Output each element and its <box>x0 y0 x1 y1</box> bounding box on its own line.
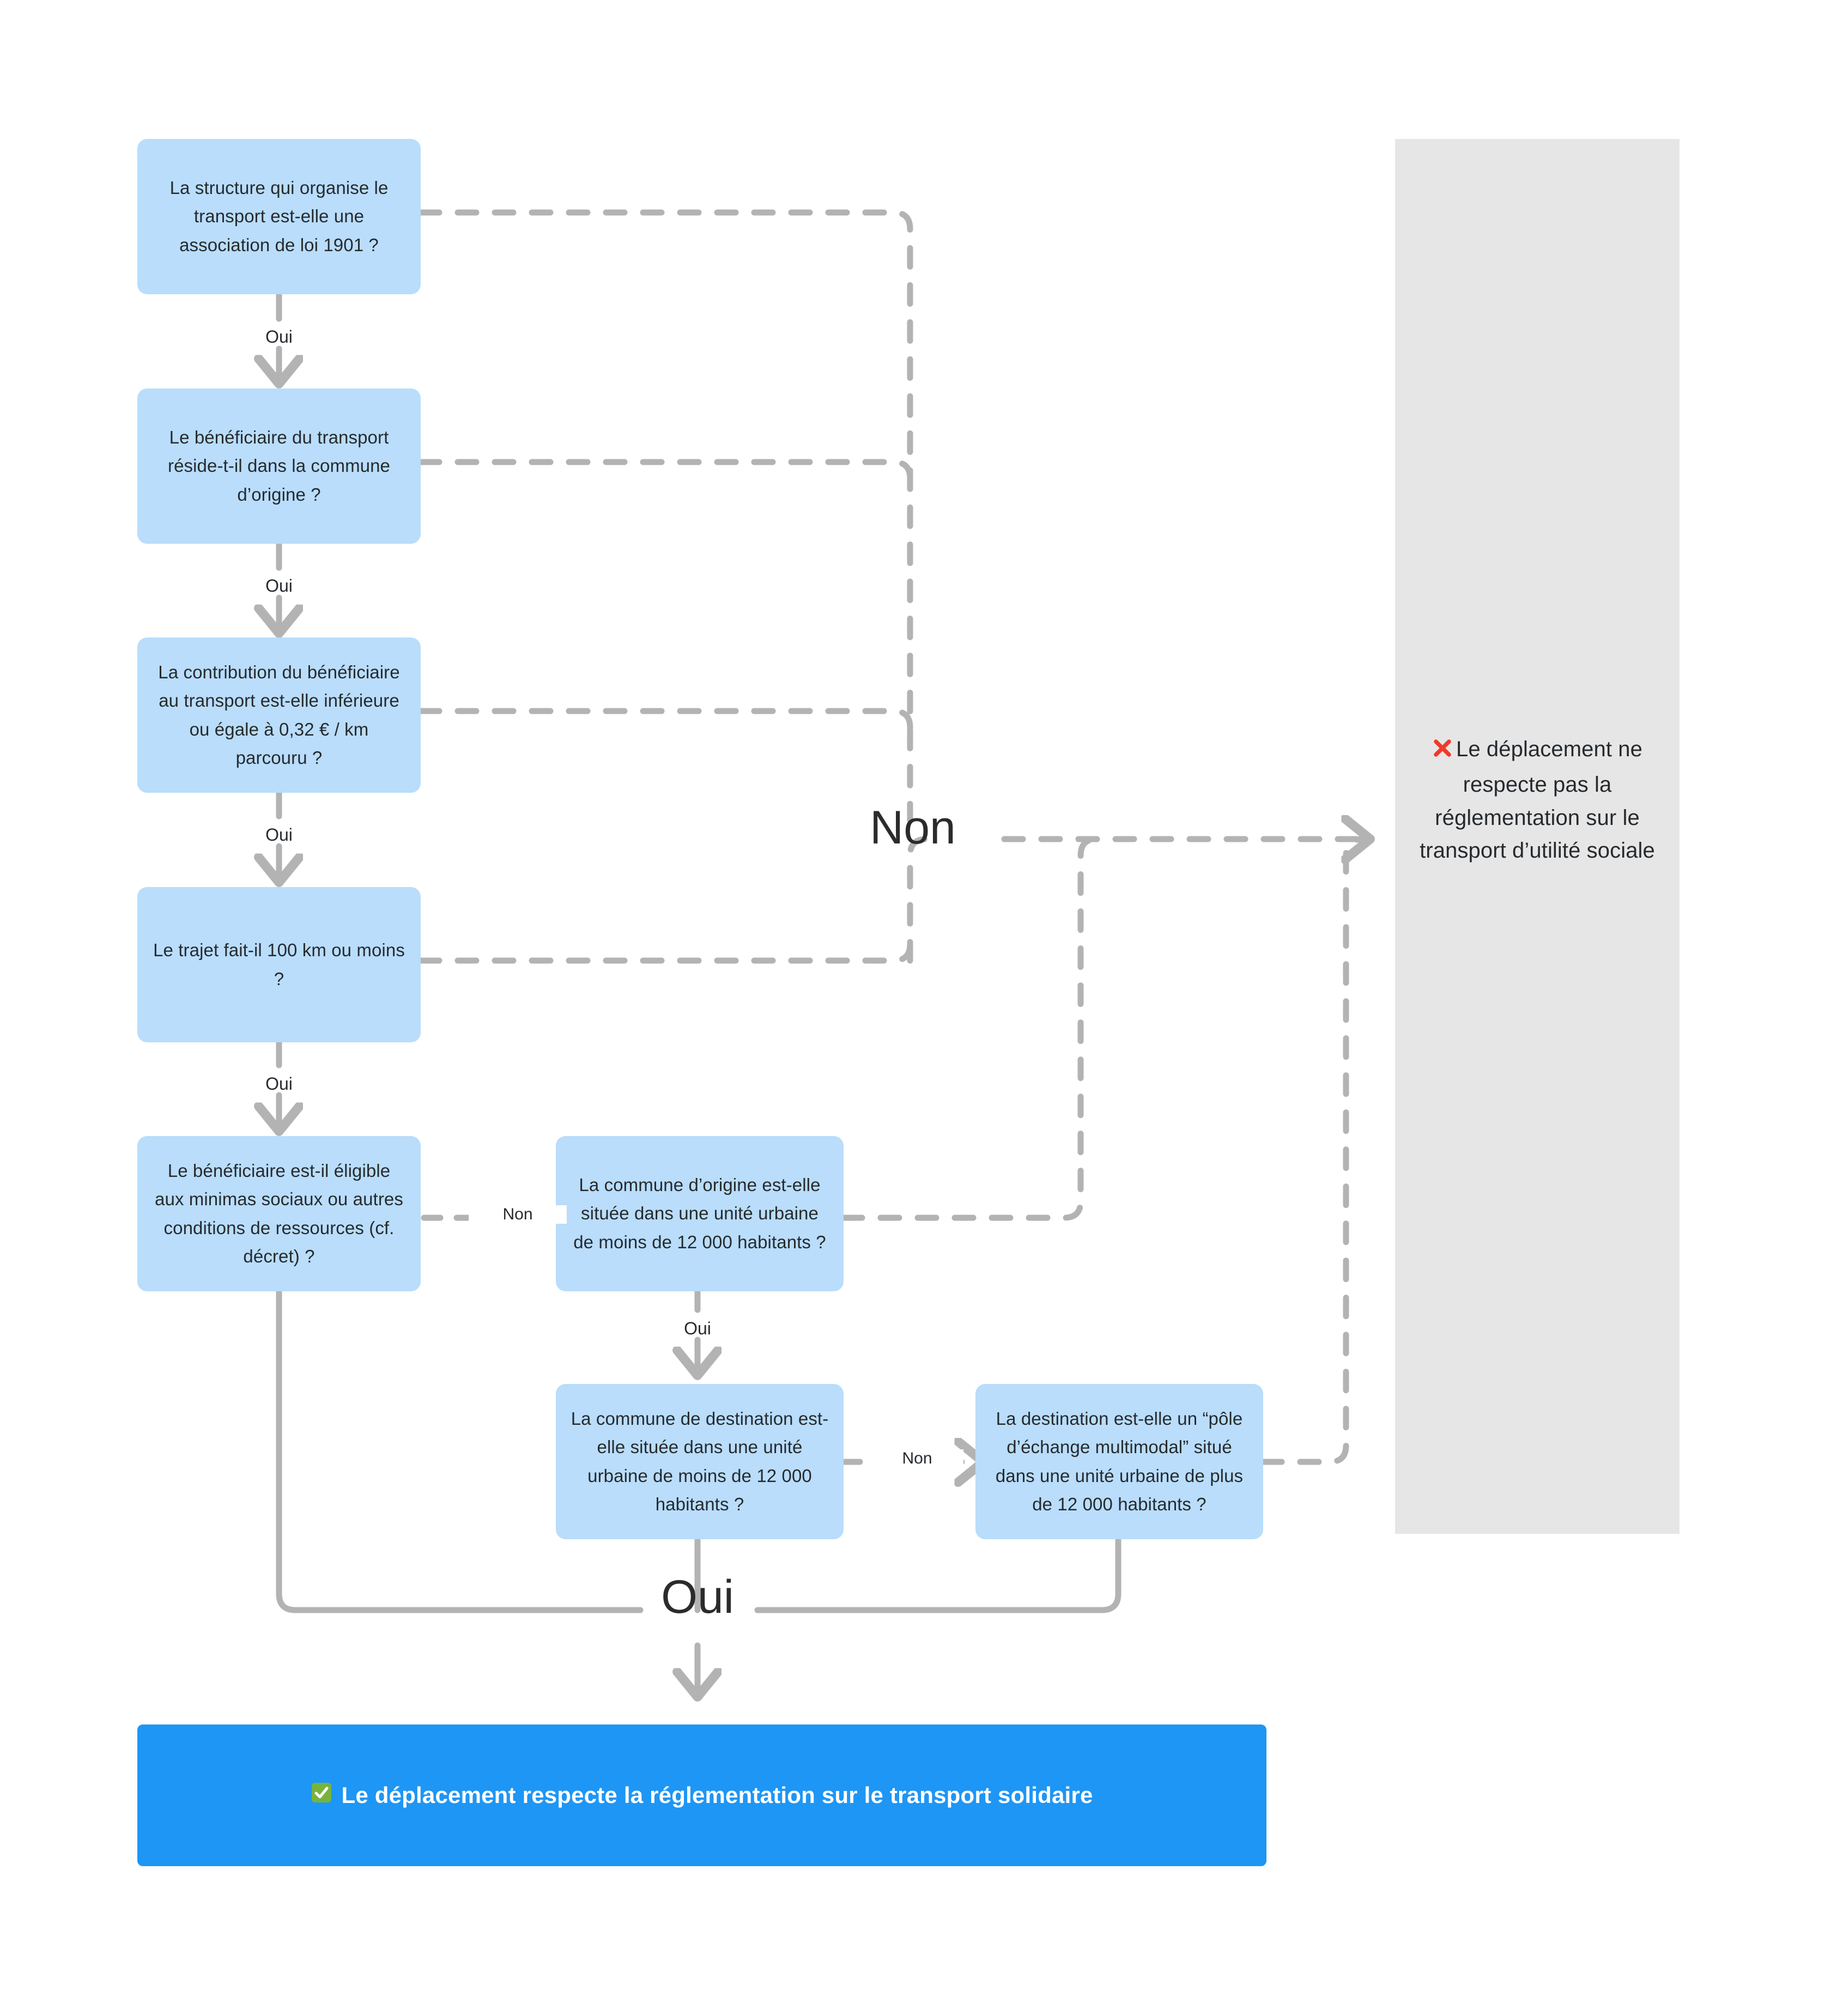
question-node-q5[interactable]: Le bénéficiaire est-il éligible aux mini… <box>137 1136 421 1291</box>
question-node-q2-text: Le bénéficiaire du transport réside-t-il… <box>167 427 391 505</box>
edge-label-non-q7: Non <box>871 1449 963 1468</box>
edge-label-oui-5: Oui <box>684 1319 711 1338</box>
outcome-fail-text: Le déplacement ne respecte pas la réglem… <box>1420 737 1655 863</box>
flowchart-canvas: q6 ===== --> up to the Non trunk ===== -… <box>0 0 1843 2016</box>
outcome-success-text-block: Le déplacement respecte la réglementatio… <box>311 1782 1093 1809</box>
edge-label-oui-3: Oui <box>265 825 293 845</box>
check-mark-button-icon <box>311 1782 332 1809</box>
question-node-q4[interactable]: Le trajet fait-il 100 km ou moins ? <box>137 887 421 1042</box>
edge-label-non-q5: Non <box>469 1205 567 1224</box>
edge-label-oui-4: Oui <box>265 1074 293 1094</box>
question-node-q3[interactable]: La contribution du bénéficiaire au trans… <box>137 637 421 793</box>
question-node-q7[interactable]: La commune de destination est-elle situé… <box>556 1384 844 1539</box>
question-node-q1[interactable]: La structure qui organise le transport e… <box>137 139 421 294</box>
question-node-q8-text: La destination est-elle un “pôle d’échan… <box>995 1408 1244 1514</box>
question-node-q5-text: Le bénéficiaire est-il éligible aux mini… <box>155 1161 403 1266</box>
edge-label-oui-1: Oui <box>265 327 293 347</box>
question-node-q6[interactable]: La commune d’origine est-elle située dan… <box>556 1136 844 1291</box>
outcome-success-text: Le déplacement respecte la réglementatio… <box>341 1782 1093 1808</box>
question-node-q2[interactable]: Le bénéficiaire du transport réside-t-il… <box>137 388 421 544</box>
question-node-q6-text: La commune d’origine est-elle située dan… <box>573 1175 826 1252</box>
outcome-success-bar: Le déplacement respecte la réglementatio… <box>137 1724 1266 1866</box>
question-node-q7-text: La commune de destination est-elle situé… <box>571 1408 829 1514</box>
edge-label-oui-merge: Oui <box>661 1571 734 1623</box>
question-node-q8[interactable]: La destination est-elle un “pôle d’échan… <box>975 1384 1263 1539</box>
cross-mark-icon <box>1432 735 1453 768</box>
outcome-fail-text-block: Le déplacement ne respecte pas la réglem… <box>1406 733 1669 867</box>
question-node-q4-text: Le trajet fait-il 100 km ou moins ? <box>153 940 405 989</box>
question-node-q1-text: La structure qui organise le transport e… <box>169 178 389 255</box>
edge-label-oui-2: Oui <box>265 576 293 596</box>
question-node-q3-text: La contribution du bénéficiaire au trans… <box>158 662 400 768</box>
edge-label-non-main: Non <box>870 801 956 854</box>
